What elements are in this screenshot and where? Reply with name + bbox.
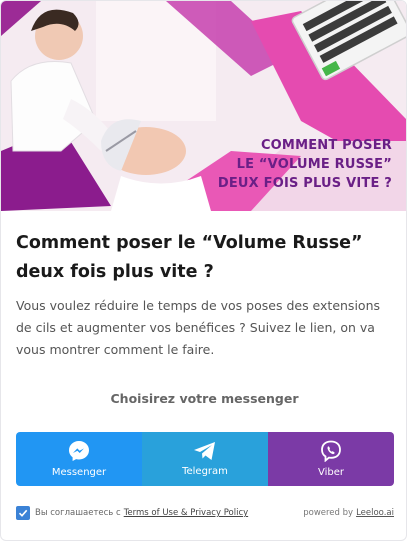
checkmark-icon (18, 509, 28, 517)
powered-by-text: powered by (303, 508, 354, 518)
messenger-icon (69, 441, 89, 461)
footer: Вы соглашаетесь с Terms of Use & Privacy… (16, 504, 394, 522)
messenger-button[interactable]: Messenger (16, 432, 142, 486)
hero-title-line: DEUX FOIS PLUS VITE ? (217, 176, 392, 191)
powered-by: powered by Leeloo.ai (303, 508, 394, 518)
viber-label: Viber (317, 467, 344, 478)
hero-banner: COMMENT POSER LE “VOLUME RUSSE” DEUX FOI… (1, 1, 406, 211)
messenger-prompt: Choisirez votre messenger (110, 391, 299, 406)
terms-link[interactable]: Terms of Use & Privacy Policy (124, 508, 248, 518)
messenger-buttons: Messenger Telegram Viber (16, 432, 394, 486)
viber-button[interactable]: Viber (268, 432, 394, 486)
consent-checkbox[interactable] (16, 506, 30, 520)
consent-text: Вы соглашаетесь с (35, 508, 121, 518)
hero-title-line: COMMENT POSER (260, 138, 392, 153)
telegram-button[interactable]: Telegram (142, 432, 268, 486)
viber-icon (321, 440, 341, 462)
hero-title: COMMENT POSER LE “VOLUME RUSSE” DEUX FOI… (182, 136, 392, 193)
card-title: Comment poser le “Volume Russe” deux foi… (16, 233, 363, 282)
brand-link[interactable]: Leeloo.ai (356, 508, 394, 518)
messenger-label: Messenger (51, 467, 107, 478)
hero-title-line: LE “VOLUME RUSSE” (236, 157, 392, 172)
telegram-label: Telegram (182, 466, 228, 477)
widget-card: COMMENT POSER LE “VOLUME RUSSE” DEUX FOI… (0, 0, 407, 541)
telegram-icon (194, 442, 215, 460)
card-description: Vous voulez réduire le temps de vos pose… (16, 298, 381, 357)
